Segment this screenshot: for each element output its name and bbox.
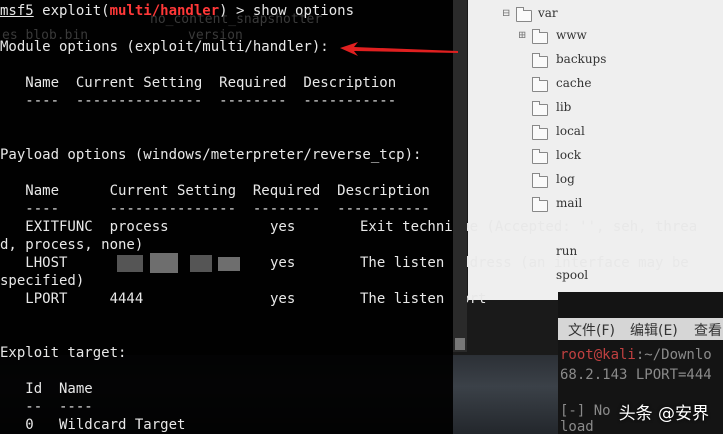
annotation-arrow-icon bbox=[340, 42, 458, 56]
redacted-ip bbox=[190, 255, 212, 272]
tree-item-lib[interactable]: lib bbox=[556, 100, 571, 114]
target-row: 0 Wildcard Target bbox=[0, 417, 186, 433]
scrollbar-thumb[interactable] bbox=[455, 338, 465, 350]
folder-icon bbox=[532, 173, 548, 188]
module-options-title: Module options (exploit/multi/handler): bbox=[0, 39, 329, 55]
menu-file[interactable]: 文件(F) bbox=[568, 320, 615, 340]
tree-item-www[interactable]: www bbox=[556, 28, 587, 42]
tree-item-lock[interactable]: lock bbox=[556, 148, 581, 162]
row-wrap: d, process, none) bbox=[0, 237, 144, 253]
prompt-mid: exploit( bbox=[33, 3, 110, 19]
row-required: yes bbox=[270, 219, 296, 235]
terminal-menubar: 文件(F) 编辑(E) 查看 bbox=[558, 318, 723, 340]
redacted-ip bbox=[218, 257, 240, 271]
term2-line: load bbox=[560, 419, 594, 434]
main-terminal[interactable]: no_content_snapshotter es blob.bin versi… bbox=[0, 0, 697, 434]
payload-table-header: Name Current Setting Required Descriptio… bbox=[0, 183, 430, 199]
folder-icon bbox=[532, 101, 548, 116]
table-row-lhost: LHOST bbox=[0, 255, 68, 271]
table-row-exitfunc: EXITFUNC process bbox=[0, 218, 169, 236]
tree-item-local[interactable]: local bbox=[556, 124, 585, 138]
folder-icon bbox=[532, 149, 548, 164]
folder-icon bbox=[516, 7, 532, 22]
tree-item-mail[interactable]: mail bbox=[556, 196, 582, 210]
tree-item-log[interactable]: log bbox=[556, 172, 575, 186]
prompt-module: multi/handler bbox=[109, 3, 220, 19]
payload-table-separator: ---- --------------- -------- ----------… bbox=[0, 201, 430, 217]
menu-view[interactable]: 查看 bbox=[694, 320, 722, 340]
row-description: The listen address (an interface may be bbox=[360, 255, 689, 271]
folder-icon bbox=[532, 53, 548, 68]
command-prompt: msf5 exploit(multi/handler) > show optio… bbox=[0, 2, 354, 20]
folder-icon bbox=[532, 125, 548, 140]
module-table-header: Name Current Setting Required Descriptio… bbox=[0, 75, 397, 91]
collapse-icon[interactable]: ⊟ bbox=[502, 8, 510, 19]
target-table-separator: -- ---- bbox=[0, 399, 93, 415]
row-wrap: specified) bbox=[0, 273, 85, 289]
tree-item-backups[interactable]: backups bbox=[556, 52, 606, 66]
redacted-ip bbox=[150, 253, 178, 273]
folder-icon bbox=[532, 29, 548, 44]
redacted-ip bbox=[117, 255, 143, 272]
prompt-user: root@kali bbox=[560, 347, 636, 363]
folder-icon bbox=[532, 77, 548, 92]
expand-icon[interactable]: ⊞ bbox=[518, 30, 526, 41]
term2-line: 68.2.143 LPORT=444 bbox=[560, 367, 712, 383]
row-required: yes bbox=[270, 291, 296, 307]
exploit-target-title: Exploit target: bbox=[0, 345, 127, 361]
module-table-separator: ---- --------------- -------- ----------… bbox=[0, 93, 397, 109]
row-name: EXITFUNC process bbox=[0, 219, 169, 235]
prompt-suffix: ) > show options bbox=[219, 3, 355, 19]
row-description: Exit technique (Accepted: '', seh, threa bbox=[360, 219, 698, 235]
payload-options-title: Payload options (windows/meterpreter/rev… bbox=[0, 147, 422, 163]
tree-item-cache[interactable]: cache bbox=[556, 76, 591, 90]
row-required: yes bbox=[270, 255, 296, 271]
prompt-prefix: msf5 bbox=[0, 3, 34, 19]
prompt-path: :~/Downlo bbox=[635, 347, 712, 363]
menu-edit[interactable]: 编辑(E) bbox=[630, 320, 678, 340]
tree-root-label[interactable]: var bbox=[538, 6, 558, 20]
watermark: 头条 @安界 bbox=[618, 404, 709, 424]
target-table-header: Id Name bbox=[0, 381, 93, 397]
table-row-lport: LPORT 4444 bbox=[0, 291, 144, 307]
folder-icon bbox=[532, 197, 548, 212]
row-description: The listen port bbox=[360, 291, 487, 307]
